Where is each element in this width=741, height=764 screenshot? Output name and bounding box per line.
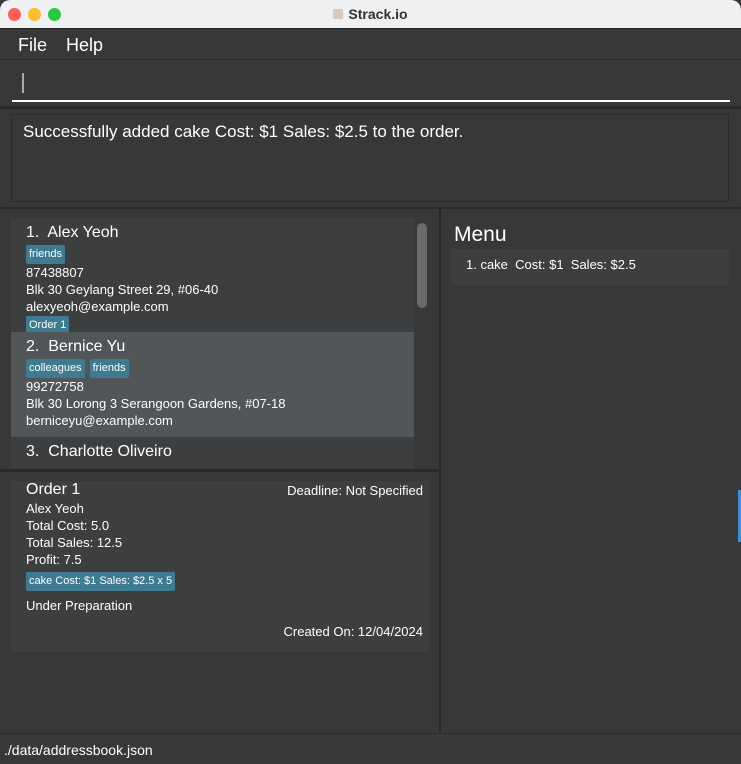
order-card[interactable]: Order 1 Deadline: Not Specified Alex Yeo…	[11, 481, 429, 652]
menu-title: Menu	[454, 223, 507, 246]
order-created-date: Created On: 12/04/2024	[283, 624, 424, 639]
menu-bar: File Help	[0, 29, 741, 60]
order-total-sales: Total Sales: 12.5	[26, 535, 123, 550]
order-customer: Alex Yeoh	[26, 501, 84, 516]
person-index: 3.	[26, 443, 40, 460]
title-bar: Strack.io	[0, 0, 741, 29]
person-phone: 87438807	[26, 265, 84, 280]
order-deadline: Deadline: Not Specified	[287, 483, 423, 498]
person-index: 1.	[26, 224, 40, 241]
menu-item[interactable]: 1. cake Cost: $1 Sales: $2.5	[451, 249, 729, 285]
person-email: berniceyu@example.com	[26, 413, 173, 428]
menu-item-text: 1. cake Cost: $1 Sales: $2.5	[466, 257, 636, 272]
window-title-text: Strack.io	[348, 6, 408, 22]
tag: colleagues	[26, 359, 85, 378]
person-card[interactable]: 1. Alex Yeoh friends 87438807 Blk 30 Gey…	[11, 218, 414, 335]
panel-divider[interactable]	[0, 469, 439, 472]
status-bar: ./data/addressbook.json	[0, 733, 741, 764]
order-title: Order 1	[26, 481, 81, 498]
result-display: Successfully added cake Cost: $1 Sales: …	[11, 114, 729, 202]
panel-divider[interactable]	[439, 209, 441, 733]
menu-help[interactable]: Help	[66, 35, 103, 56]
save-location: ./data/addressbook.json	[4, 742, 153, 758]
person-address: Blk 30 Geylang Street 29, #06-40	[26, 282, 219, 297]
person-name: Charlotte Oliveiro	[48, 443, 172, 460]
person-card-selected[interactable]: 2. Bernice Yu colleagues friends 99272758…	[11, 332, 414, 437]
tag: friends	[26, 245, 66, 264]
person-name: Bernice Yu	[48, 338, 126, 355]
tag: friends	[89, 359, 129, 378]
person-email: alexyeoh@example.com	[26, 299, 169, 314]
command-input[interactable]	[12, 66, 730, 102]
order-profit: Profit: 7.5	[26, 552, 82, 567]
window-title: Strack.io	[0, 6, 741, 22]
person-address: Blk 30 Lorong 3 Serangoon Gardens, #07-1…	[26, 396, 286, 411]
divider	[0, 106, 741, 109]
person-card[interactable]: 3. Charlotte Oliveiro	[11, 437, 414, 469]
person-list: 1. Alex Yeoh friends 87438807 Blk 30 Gey…	[0, 209, 439, 469]
scrollbar-thumb[interactable]	[417, 223, 427, 308]
text-caret	[22, 73, 24, 93]
menu-file[interactable]: File	[18, 35, 47, 56]
person-index: 2.	[26, 338, 40, 355]
person-phone: 99272758	[26, 379, 84, 394]
app-icon	[333, 9, 344, 19]
person-name: Alex Yeoh	[47, 224, 119, 241]
order-item-tag: cake Cost: $1 Sales: $2.5 x 5	[26, 572, 176, 591]
order-status: Under Preparation	[26, 598, 133, 613]
order-total-cost: Total Cost: 5.0	[26, 518, 110, 533]
